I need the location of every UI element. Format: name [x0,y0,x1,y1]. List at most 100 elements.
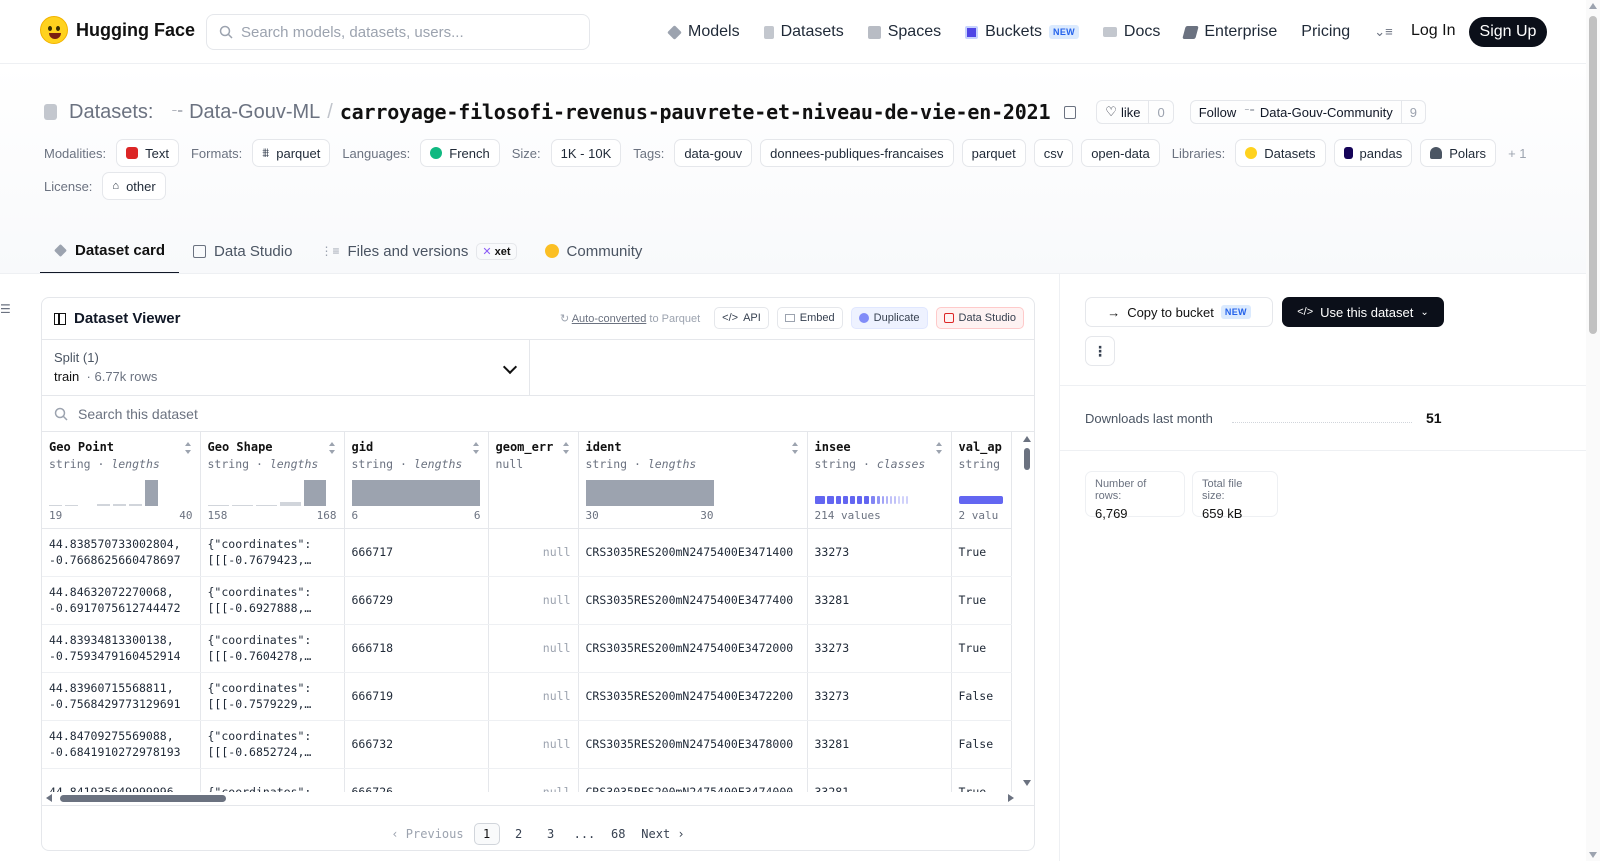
table-cell[interactable]: 44.841935649999996, [42,768,201,792]
nav-buckets[interactable]: Buckets NEW [965,18,1079,46]
nav-pricing[interactable]: Pricing [1301,18,1350,46]
tag-open-data[interactable]: open-data [1081,139,1160,167]
table-cell[interactable]: null [488,528,579,577]
table-cell[interactable]: 33273 [807,528,952,577]
hscroll-thumb[interactable] [60,795,226,802]
col-header-gid[interactable]: gid string · lengths 66 [344,432,489,529]
global-search-input[interactable] [241,23,561,41]
nav-models[interactable]: Models [667,18,740,46]
table-cell[interactable]: 44.838570733002804, -0.7668625660478697 [42,528,201,577]
copy-icon[interactable] [1064,105,1077,119]
scroll-up-icon[interactable] [1023,436,1031,442]
table-cell[interactable]: 666717 [344,528,489,577]
scroll-right-icon[interactable] [1008,794,1014,802]
tag-lib-pandas[interactable]: pandas [1333,139,1413,167]
table-cell[interactable]: True [951,528,1012,577]
table-cell[interactable]: 666729 [344,576,489,625]
table-cell[interactable]: CRS3035RES200mN2475400E3478000 [578,720,808,769]
table-row[interactable]: 44.84709275569088, -0.6841910272978193 {"… [42,720,1012,769]
tab-dataset-card[interactable]: Dataset card [40,228,180,274]
table-cell[interactable]: 666719 [344,672,489,721]
tag-donnees-publiques[interactable]: donnees-publiques-francaises [760,139,954,167]
nav-docs[interactable]: Docs [1102,18,1160,46]
col-header-geo-shape[interactable]: Geo Shape string · lengths 158 168 [200,432,345,529]
page-button[interactable]: 3 [538,823,564,845]
tag-size[interactable]: 1K - 10K [550,139,622,167]
table-cell[interactable]: False [951,720,1012,769]
table-cell[interactable]: True [951,768,1012,792]
page-button[interactable]: 1 [473,823,500,845]
tag-lib-datasets[interactable]: Datasets [1235,139,1326,167]
embed-button[interactable]: Embed [776,307,843,329]
table-cell[interactable]: False [951,672,1012,721]
table-row[interactable]: 44.84632072270068, -0.6917075612744472 {"… [42,576,1012,625]
table-cell[interactable]: CRS3035RES200mN2475400E3472000 [578,624,808,673]
page-button[interactable]: 68 [605,823,631,845]
table-cell[interactable]: 44.83960715568811, -0.7568429773129691 [42,672,201,721]
dataset-name[interactable]: carroyage-filosofi-revenus-pauvrete-et-n… [340,100,1051,124]
table-cell[interactable]: True [951,624,1012,673]
table-cell[interactable]: 44.84632072270068, -0.6917075612744472 [42,576,201,625]
scroll-thumb[interactable] [1024,448,1030,470]
table-cell[interactable]: {"coordinates": [[[-0.7679423,… [200,528,345,577]
sort-icon[interactable] [791,442,799,454]
table-cell[interactable]: null [488,576,579,625]
col-header-ident[interactable]: ident string · lengths 30 30 [578,432,808,529]
logo[interactable]: Hugging Face [40,16,195,44]
table-cell[interactable]: 666718 [344,624,489,673]
login-link[interactable]: Log In [1411,22,1455,40]
scroll-left-icon[interactable] [46,794,52,802]
sort-icon[interactable] [328,442,336,454]
table-cell[interactable]: null [488,720,579,769]
tag-french[interactable]: French [420,139,500,167]
table-cell[interactable]: {"coordinates": [[[-0.7604278,… [200,624,345,673]
tab-data-studio[interactable]: Data Studio [179,228,306,274]
tag-license[interactable]: ⌂ other [102,172,166,200]
tag-data-gouv[interactable]: data-gouv [674,139,753,167]
nav-spaces[interactable]: Spaces [867,18,941,46]
table-cell[interactable]: CRS3035RES200mN2475400E3472200 [578,672,808,721]
signup-button[interactable]: Sign Up [1469,17,1547,47]
follow-button[interactable]: Follow ⁻⁼ Data-Gouv-Community 9 [1189,100,1427,124]
table-cell[interactable]: 33281 [807,720,952,769]
page-scroll-thumb[interactable] [1589,16,1597,334]
scroll-down-icon[interactable] [1023,780,1031,786]
page-scrollbar[interactable] [1586,0,1600,861]
tag-lib-polars[interactable]: Polars [1420,139,1497,167]
data-studio-button[interactable]: Data Studio [935,307,1024,329]
dataset-search[interactable] [42,396,1034,432]
table-row[interactable]: 44.838570733002804, -0.7668625660478697{… [42,528,1012,577]
tag-csv[interactable]: csv [1033,139,1074,167]
col-header-geo-point[interactable]: Geo Point string · lengths 19 40 [42,432,201,529]
auto-converted-link[interactable]: Auto-converted [572,313,647,325]
org-link[interactable]: Data-Gouv-ML [189,101,320,124]
table-row[interactable]: 44.83934813300138, -0.7593479160452914 {"… [42,624,1012,673]
table-cell[interactable]: 33273 [807,672,952,721]
sort-icon[interactable] [472,442,480,454]
datasets-prefix[interactable]: Datasets: [69,101,153,124]
api-button[interactable]: </> API [714,307,769,329]
table-cell[interactable]: 666726 [344,768,489,792]
tag-text[interactable]: Text [116,139,179,167]
copy-to-bucket-button[interactable]: → Copy to bucket NEW [1085,297,1273,327]
table-cell[interactable]: {"coordinates": [[[-0.6927888,… [200,576,345,625]
table-cell[interactable]: CRS3035RES200mN2475400E3471400 [578,528,808,577]
table-cell[interactable]: null [488,672,579,721]
table-cell[interactable]: 33281 [807,768,952,792]
nav-enterprise[interactable]: Enterprise [1182,18,1277,46]
previous-page-button[interactable]: ‹ Previous [387,823,467,845]
libraries-more[interactable]: + 1 [1508,146,1526,161]
table-cell[interactable]: 33273 [807,624,952,673]
table-cell[interactable]: 33281 [807,576,952,625]
tag-parquet[interactable]: parquet [961,139,1026,167]
table-cell[interactable]: null [488,768,579,792]
page-scroll-up-icon[interactable] [1589,3,1597,9]
table-row[interactable]: 44.83960715568811, -0.7568429773129691 {"… [42,672,1012,721]
table-cell[interactable]: {"coordinates": [200,768,345,792]
table-row[interactable]: 44.841935649999996, {"coordinates": 6667… [42,768,1012,792]
table-cell[interactable]: CRS3035RES200mN2475400E3474000 [578,768,808,792]
global-search[interactable] [206,14,590,50]
tag-parquet-format[interactable]: ⩩ parquet [252,139,331,167]
col-header-geom-err[interactable]: geom_err null [488,432,579,529]
use-this-dataset-button[interactable]: </> Use this dataset ⌄ [1282,297,1444,327]
